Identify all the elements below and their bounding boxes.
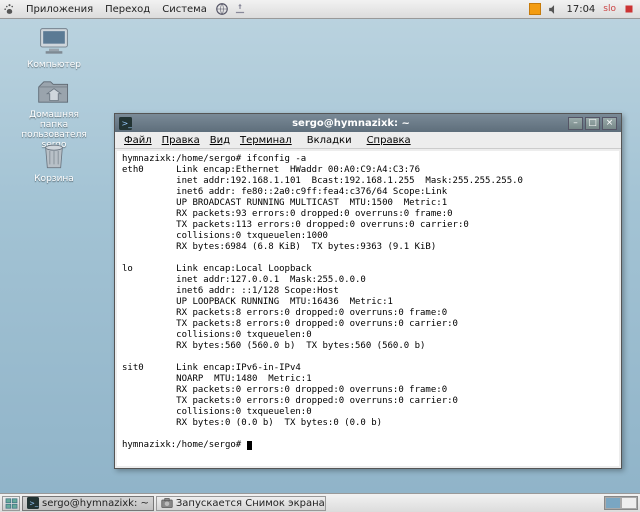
menu-tabs[interactable]: Вкладки (297, 135, 362, 146)
menu-terminal[interactable]: Терминал (235, 135, 297, 146)
menu-system[interactable]: Система (156, 4, 213, 15)
workspace-2[interactable] (621, 497, 637, 509)
volume-icon[interactable] (545, 1, 561, 17)
menu-places[interactable]: Переход (99, 4, 156, 15)
clock[interactable]: 17:04 (562, 4, 599, 15)
shutdown-icon[interactable] (621, 1, 637, 17)
browser-launcher-icon[interactable] (214, 1, 230, 17)
menu-view[interactable]: Вид (205, 135, 235, 146)
desktop-icon-trash[interactable]: Корзина (14, 140, 94, 184)
update-launcher-icon[interactable] (232, 1, 248, 17)
workspace-1[interactable] (605, 497, 621, 509)
desktop-icon-home[interactable]: Домашняя папка пользователя sergo (14, 76, 94, 150)
desktop-icon-computer[interactable]: Компьютер (14, 26, 94, 70)
window-title: sergo@hymnazixk: ~ (136, 118, 566, 129)
menu-file[interactable]: Файл (119, 135, 157, 146)
screenshot-icon (161, 497, 173, 509)
workspace-switcher[interactable] (604, 496, 638, 510)
window-titlebar[interactable]: >_ sergo@hymnazixk: ~ – □ × (115, 114, 621, 132)
desktop-icon-label: Корзина (14, 174, 94, 184)
menu-edit[interactable]: Правка (157, 135, 205, 146)
terminal-output[interactable]: hymnazixk:/home/sergo# ifconfig -a eth0 … (117, 151, 619, 466)
terminal-icon: >_ (119, 117, 132, 130)
close-button[interactable]: × (602, 117, 617, 130)
terminal-window: >_ sergo@hymnazixk: ~ – □ × Файл Правка … (114, 113, 622, 469)
menu-applications[interactable]: Приложения (20, 4, 99, 15)
taskbar-item-label: sergo@hymnazixk: ~ (42, 498, 149, 509)
notification-icon[interactable] (527, 1, 543, 17)
menu-help[interactable]: Справка (362, 135, 416, 146)
bottom-panel: >_ sergo@hymnazixk: ~ Запускается Снимок… (0, 493, 640, 512)
keyboard-indicator[interactable]: slo (599, 4, 620, 14)
show-desktop-button[interactable] (2, 496, 20, 511)
terminal-icon: >_ (27, 497, 39, 509)
top-panel: Приложения Переход Система 17:04 slo (0, 0, 640, 19)
minimize-button[interactable]: – (568, 117, 583, 130)
computer-icon (36, 26, 72, 58)
maximize-button[interactable]: □ (585, 117, 600, 130)
terminal-menubar: Файл Правка Вид Терминал Вкладки Справка (115, 132, 621, 149)
taskbar-item-screenshot[interactable]: Запускается Снимок экрана (156, 496, 326, 511)
taskbar-item-terminal[interactable]: >_ sergo@hymnazixk: ~ (22, 496, 154, 511)
svg-text:>_: >_ (121, 117, 132, 127)
taskbar-item-label: Запускается Снимок экрана (176, 498, 325, 509)
svg-text:>_: >_ (29, 499, 39, 507)
gnome-foot-icon[interactable] (2, 2, 16, 16)
desktop-icon-label: Компьютер (14, 60, 94, 70)
trash-icon (36, 140, 72, 172)
home-folder-icon (36, 76, 72, 108)
